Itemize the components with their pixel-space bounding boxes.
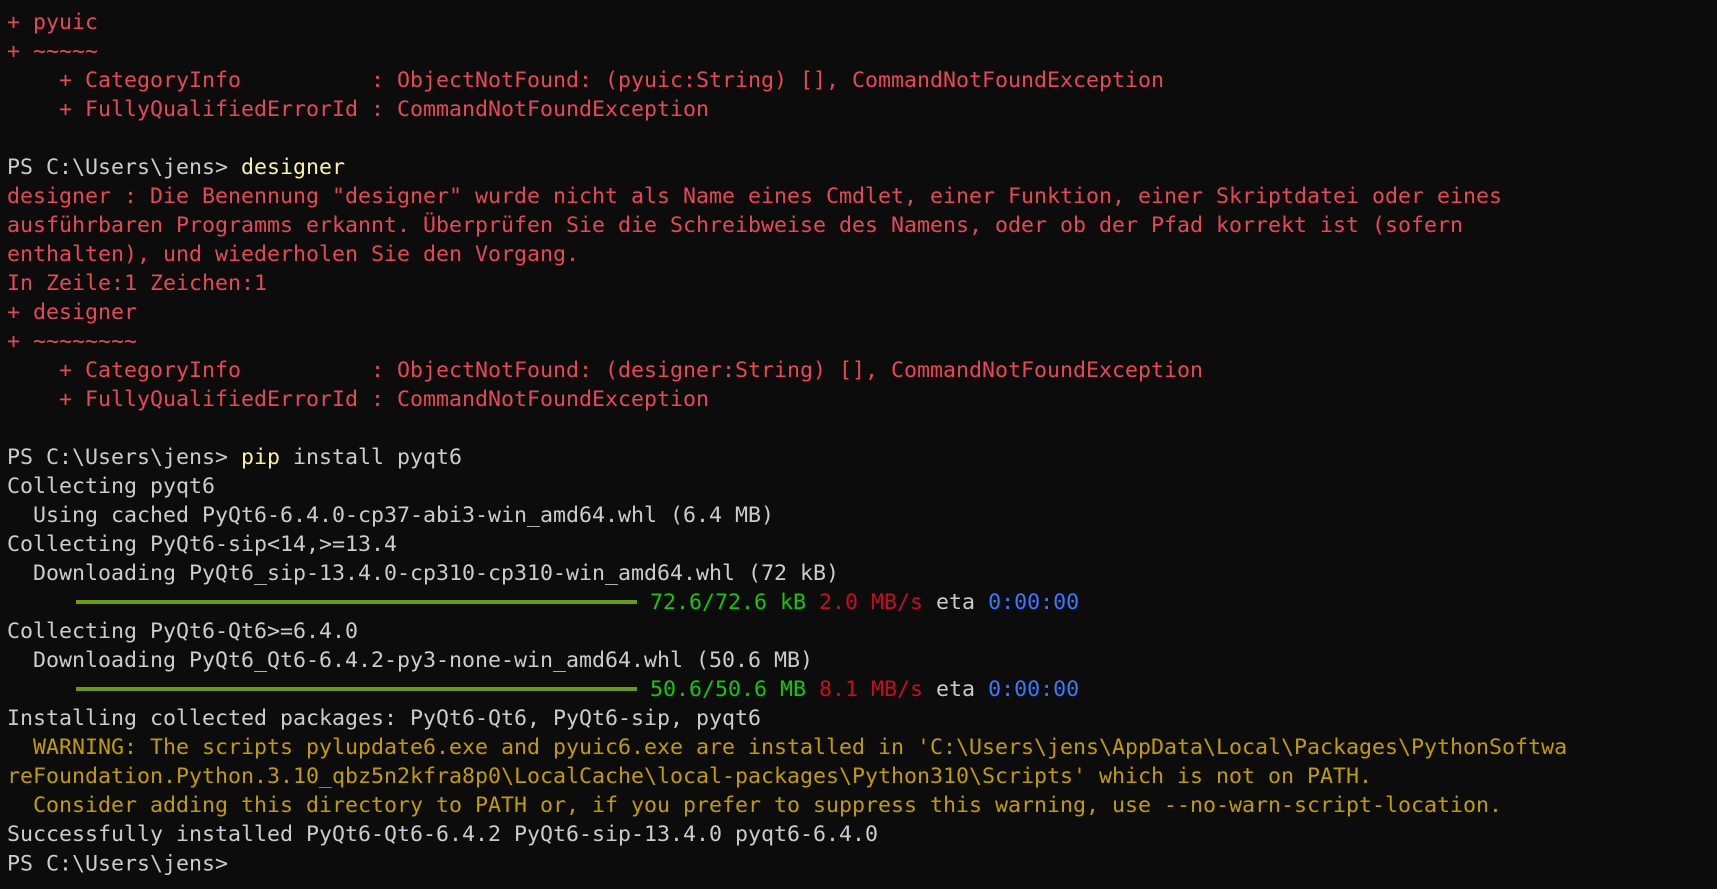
terminal-text: Installing collected packages: PyQt6-Qt6… bbox=[7, 706, 762, 731]
terminal-text: Downloading PyQt6_sip-13.4.0-cp310-cp310… bbox=[7, 561, 840, 586]
terminal-text: designer : Die Benennung "designer" wurd… bbox=[7, 184, 1503, 209]
terminal-text: + CategoryInfo : ObjectNotFound: (pyuic:… bbox=[7, 68, 1165, 93]
terminal-line: Consider adding this directory to PATH o… bbox=[7, 791, 1717, 820]
terminal-line: Downloading PyQt6_Qt6-6.4.2-py3-none-win… bbox=[7, 646, 1717, 675]
prompt-line: PS C:\Users\jens> bbox=[7, 849, 1717, 878]
terminal-text: 0:00:00 bbox=[988, 590, 1080, 615]
terminal-line: WARNING: The scripts pylupdate6.exe and … bbox=[7, 733, 1717, 762]
terminal-text: Collecting pyqt6 bbox=[7, 474, 216, 499]
terminal-line: Installing collected packages: PyQt6-Qt6… bbox=[7, 704, 1717, 733]
terminal-line: + designer bbox=[7, 298, 1717, 327]
terminal-line: Collecting PyQt6-sip<14,>=13.4 bbox=[7, 530, 1717, 559]
terminal-text: eta bbox=[923, 590, 989, 615]
terminal-line: designer : Die Benennung "designer" wurd… bbox=[7, 182, 1717, 211]
terminal-line: In Zeile:1 Zeichen:1 bbox=[7, 269, 1717, 298]
terminal-text: Consider adding this directory to PATH o… bbox=[7, 793, 1503, 818]
terminal-text: reFoundation.Python.3.10_qbz5n2kfra8p0\L… bbox=[7, 764, 1373, 789]
terminal-text: Collecting PyQt6-Qt6>=6.4.0 bbox=[7, 619, 359, 644]
terminal-text: eta bbox=[923, 677, 989, 702]
terminal-text: enthalten), und wiederholen Sie den Vorg… bbox=[7, 242, 580, 267]
terminal-window[interactable]: + pyuic + ~~~~~ + CategoryInfo : ObjectNo… bbox=[0, 0, 1717, 889]
progress-line: 72.6/72.6 kB 2.0 MB/s eta 0:00:00 bbox=[7, 588, 1717, 617]
terminal-text: 50.6/50.6 MB bbox=[650, 677, 807, 702]
terminal-text: + pyuic bbox=[7, 10, 99, 35]
terminal-line: PS C:\Users\jens> pip install pyqt6 bbox=[7, 443, 1717, 472]
terminal-text: pip bbox=[241, 445, 281, 470]
terminal-line: Using cached PyQt6-6.4.0-cp37-abi3-win_a… bbox=[7, 501, 1717, 530]
terminal-line: + pyuic bbox=[7, 8, 1717, 37]
terminal-line: PS C:\Users\jens> designer bbox=[7, 153, 1717, 182]
terminal-text: 2.0 MB/s bbox=[819, 590, 924, 615]
terminal-line: + ~~~~~~~~ bbox=[7, 327, 1717, 356]
terminal-line: Successfully installed PyQt6-Qt6-6.4.2 P… bbox=[7, 820, 1717, 849]
terminal-text: 0:00:00 bbox=[988, 677, 1080, 702]
terminal-line: reFoundation.Python.3.10_qbz5n2kfra8p0\L… bbox=[7, 762, 1717, 791]
terminal-line: Downloading PyQt6_sip-13.4.0-cp310-cp310… bbox=[7, 559, 1717, 588]
terminal-text: In Zeile:1 Zeichen:1 bbox=[7, 271, 268, 296]
terminal-text: Collecting PyQt6-sip<14,>=13.4 bbox=[7, 532, 398, 557]
terminal-text: + designer bbox=[7, 300, 138, 325]
terminal-text: PS C:\Users\jens> bbox=[7, 851, 242, 877]
terminal-line: Collecting PyQt6-Qt6>=6.4.0 bbox=[7, 617, 1717, 646]
terminal-text: + ~~~~~ bbox=[7, 39, 99, 64]
terminal-text: + FullyQualifiedErrorId : CommandNotFoun… bbox=[7, 387, 710, 412]
terminal-text: ausführbaren Programms erkannt. Überprüf… bbox=[7, 213, 1464, 238]
terminal-text: Downloading PyQt6_Qt6-6.4.2-py3-none-win… bbox=[7, 648, 814, 673]
terminal-text: Using cached PyQt6-6.4.0-cp37-abi3-win_a… bbox=[7, 503, 775, 528]
terminal-line: Collecting pyqt6 bbox=[7, 472, 1717, 501]
terminal-line: + ~~~~~ bbox=[7, 37, 1717, 66]
terminal-text: WARNING: The scripts pylupdate6.exe and … bbox=[7, 735, 1568, 760]
terminal-text: + FullyQualifiedErrorId : CommandNotFoun… bbox=[7, 97, 710, 122]
progress-bar bbox=[76, 600, 637, 604]
terminal-output: + pyuic + ~~~~~ + CategoryInfo : ObjectNo… bbox=[7, 8, 1717, 878]
terminal-text: 72.6/72.6 kB bbox=[650, 590, 807, 615]
progress-line: 50.6/50.6 MB 8.1 MB/s eta 0:00:00 bbox=[7, 675, 1717, 704]
terminal-line: + CategoryInfo : ObjectNotFound: (pyuic:… bbox=[7, 66, 1717, 95]
terminal-text: PS C:\Users\jens> bbox=[7, 155, 242, 180]
terminal-text: + ~~~~~~~~ bbox=[7, 329, 138, 354]
terminal-line: + FullyQualifiedErrorId : CommandNotFoun… bbox=[7, 95, 1717, 124]
terminal-text: install pyqt6 bbox=[280, 445, 463, 470]
terminal-line: + CategoryInfo : ObjectNotFound: (design… bbox=[7, 356, 1717, 385]
terminal-line: + FullyQualifiedErrorId : CommandNotFoun… bbox=[7, 385, 1717, 414]
terminal-text: Successfully installed PyQt6-Qt6-6.4.2 P… bbox=[7, 822, 879, 847]
terminal-line: ausführbaren Programms erkannt. Überprüf… bbox=[7, 211, 1717, 240]
progress-bar bbox=[76, 687, 637, 691]
terminal-text: designer bbox=[241, 155, 346, 180]
terminal-text: 8.1 MB/s bbox=[819, 677, 924, 702]
terminal-line: enthalten), und wiederholen Sie den Vorg… bbox=[7, 240, 1717, 269]
terminal-text: + CategoryInfo : ObjectNotFound: (design… bbox=[7, 358, 1204, 383]
terminal-text: PS C:\Users\jens> bbox=[7, 445, 242, 470]
